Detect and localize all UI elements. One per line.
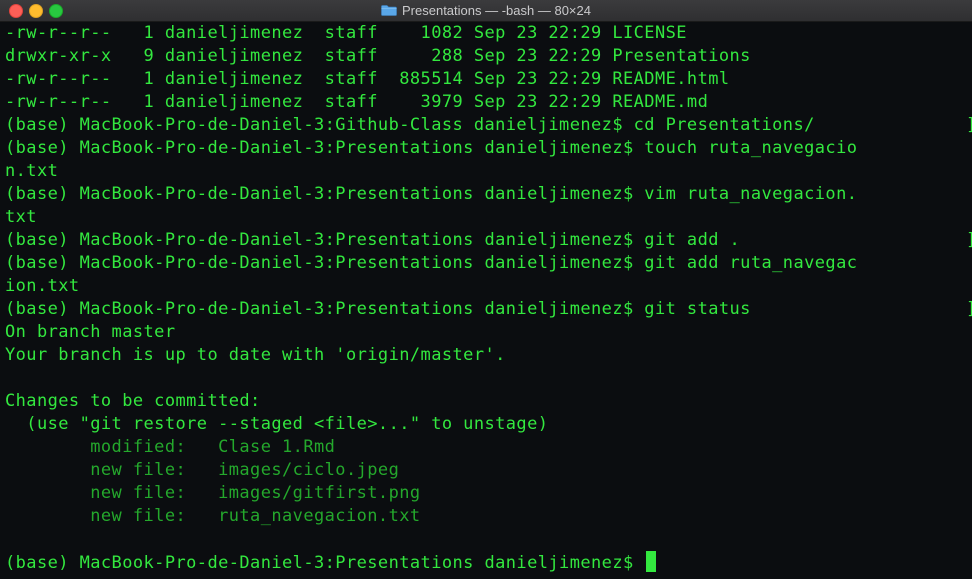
folder-icon <box>381 5 397 16</box>
text-cursor <box>646 551 657 572</box>
terminal-line: ion.txt <box>5 276 80 296</box>
terminal-line: new file: ruta_navegacion.txt <box>5 506 421 526</box>
terminal-line: drwxr-xr-x 9 danieljimenez staff 288 Sep… <box>5 46 751 66</box>
terminal-line: (base) MacBook-Pro-de-Daniel-3:Presentat… <box>5 299 751 319</box>
line-edge-marker: ] <box>966 114 972 137</box>
terminal-line: Your branch is up to date with 'origin/m… <box>5 345 506 365</box>
title-bar: Presentations — -bash — 80×24 <box>0 0 972 22</box>
terminal-content[interactable]: -rw-r--r-- 1 danieljimenez staff 1082 Se… <box>0 22 972 579</box>
terminal-line: (base) MacBook-Pro-de-Daniel-3:Github-Cl… <box>5 115 815 135</box>
terminal-line: -rw-r--r-- 1 danieljimenez staff 885514 … <box>5 69 730 89</box>
window-title: Presentations — -bash — 80×24 <box>402 3 591 18</box>
terminal-line: (base) MacBook-Pro-de-Daniel-3:Presentat… <box>5 230 741 250</box>
terminal-line: -rw-r--r-- 1 danieljimenez staff 1082 Se… <box>5 23 687 43</box>
terminal-line: (use "git restore --staged <file>..." to… <box>5 414 549 434</box>
terminal-line: (base) MacBook-Pro-de-Daniel-3:Presentat… <box>5 184 858 204</box>
terminal-line: On branch master <box>5 322 176 342</box>
title-group: Presentations — -bash — 80×24 <box>0 0 972 21</box>
terminal-line: Changes to be committed: <box>5 391 261 411</box>
prompt-text: (base) MacBook-Pro-de-Daniel-3:Presentat… <box>5 553 645 573</box>
terminal-line: (base) MacBook-Pro-de-Daniel-3:Presentat… <box>5 253 858 273</box>
terminal-line: modified: Clase 1.Rmd <box>5 437 336 457</box>
prompt-line: (base) MacBook-Pro-de-Daniel-3:Presentat… <box>5 551 657 574</box>
terminal-window: Presentations — -bash — 80×24 -rw-r--r--… <box>0 0 972 579</box>
line-edge-marker: ] <box>966 298 972 321</box>
terminal-line: n.txt <box>5 161 59 181</box>
terminal-line: new file: images/ciclo.jpeg <box>5 460 400 480</box>
terminal-line: -rw-r--r-- 1 danieljimenez staff 3979 Se… <box>5 92 709 112</box>
line-edge-marker: ] <box>966 229 972 252</box>
terminal-line: new file: images/gitfirst.png <box>5 483 421 503</box>
terminal-line: (base) MacBook-Pro-de-Daniel-3:Presentat… <box>5 138 858 158</box>
terminal-line: txt <box>5 207 37 227</box>
